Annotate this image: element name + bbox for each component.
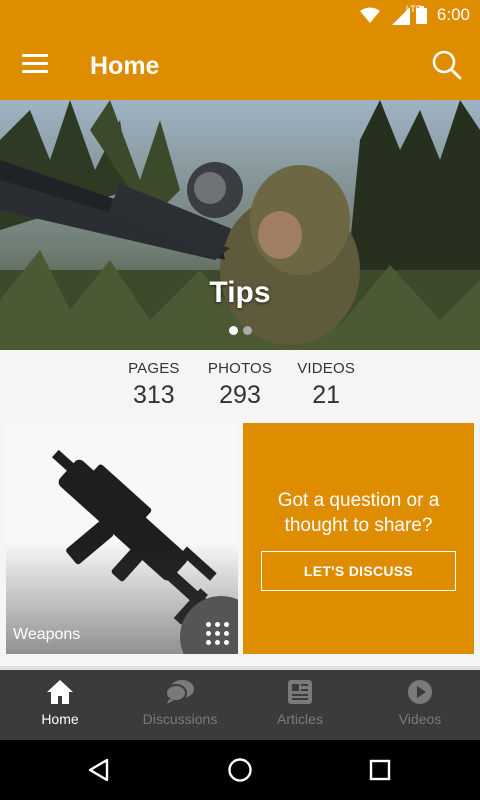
- weapons-card[interactable]: Weapons: [6, 423, 238, 654]
- status-icons: LTE 6:00: [359, 4, 470, 25]
- stat-label: PHOTOS: [207, 360, 273, 377]
- home-circle-icon[interactable]: [227, 757, 253, 783]
- hero-image: [0, 100, 480, 350]
- hero-title: Tips: [209, 276, 271, 309]
- grid-icon: [206, 622, 230, 646]
- wifi-icon: [359, 7, 380, 23]
- wiki-stats: PAGES 313 PHOTOS 293 VIDEOS 21: [0, 350, 480, 423]
- stat-pages[interactable]: PAGES 313: [122, 350, 186, 423]
- carousel-dot-1[interactable]: [228, 326, 238, 335]
- recents-icon[interactable]: [367, 757, 393, 783]
- nav-discussions[interactable]: Discussions: [120, 670, 240, 740]
- clock: 6:00: [436, 5, 470, 24]
- carousel-dot-2[interactable]: [242, 326, 252, 335]
- stat-value: 313: [133, 381, 175, 409]
- discuss-card: Got a question or a thought to share? LE…: [243, 423, 474, 654]
- stat-value: 293: [219, 381, 261, 409]
- nav-label: Home: [41, 711, 79, 727]
- search-icon[interactable]: [432, 50, 462, 80]
- nav-home[interactable]: Home: [0, 670, 120, 740]
- discuss-prompt: Got a question or a thought to share?: [277, 490, 440, 536]
- chat-icon: [165, 680, 194, 704]
- stat-value: 21: [312, 381, 341, 409]
- carousel-indicator: [0, 326, 480, 335]
- nav-label: Articles: [277, 711, 323, 727]
- back-icon[interactable]: [86, 757, 112, 783]
- card-label: Weapons: [13, 626, 81, 643]
- nav-articles[interactable]: Articles: [240, 670, 360, 740]
- status-bar: LTE 6:00: [0, 0, 480, 32]
- lets-discuss-button[interactable]: LET'S DISCUSS: [261, 551, 456, 591]
- cell-signal-icon: LTE: [386, 4, 422, 25]
- stat-label: PAGES: [128, 360, 180, 377]
- home-icon: [47, 680, 73, 704]
- menu-icon[interactable]: [22, 54, 48, 78]
- app-bar: Home: [0, 32, 480, 100]
- article-icon: [288, 680, 312, 704]
- page-title: Home: [90, 52, 160, 80]
- nav-label: Discussions: [142, 711, 218, 727]
- nav-label: Videos: [398, 711, 442, 727]
- stat-label: VIDEOS: [297, 360, 356, 377]
- bottom-nav: Home Discussions Articles Videos: [0, 670, 480, 740]
- nav-videos[interactable]: Videos: [360, 670, 480, 740]
- stat-videos[interactable]: VIDEOS 21: [294, 350, 358, 423]
- play-icon: [408, 680, 432, 704]
- system-nav-bar: [0, 740, 480, 800]
- hero-carousel[interactable]: Tips: [0, 100, 480, 350]
- stat-photos[interactable]: PHOTOS 293: [208, 350, 272, 423]
